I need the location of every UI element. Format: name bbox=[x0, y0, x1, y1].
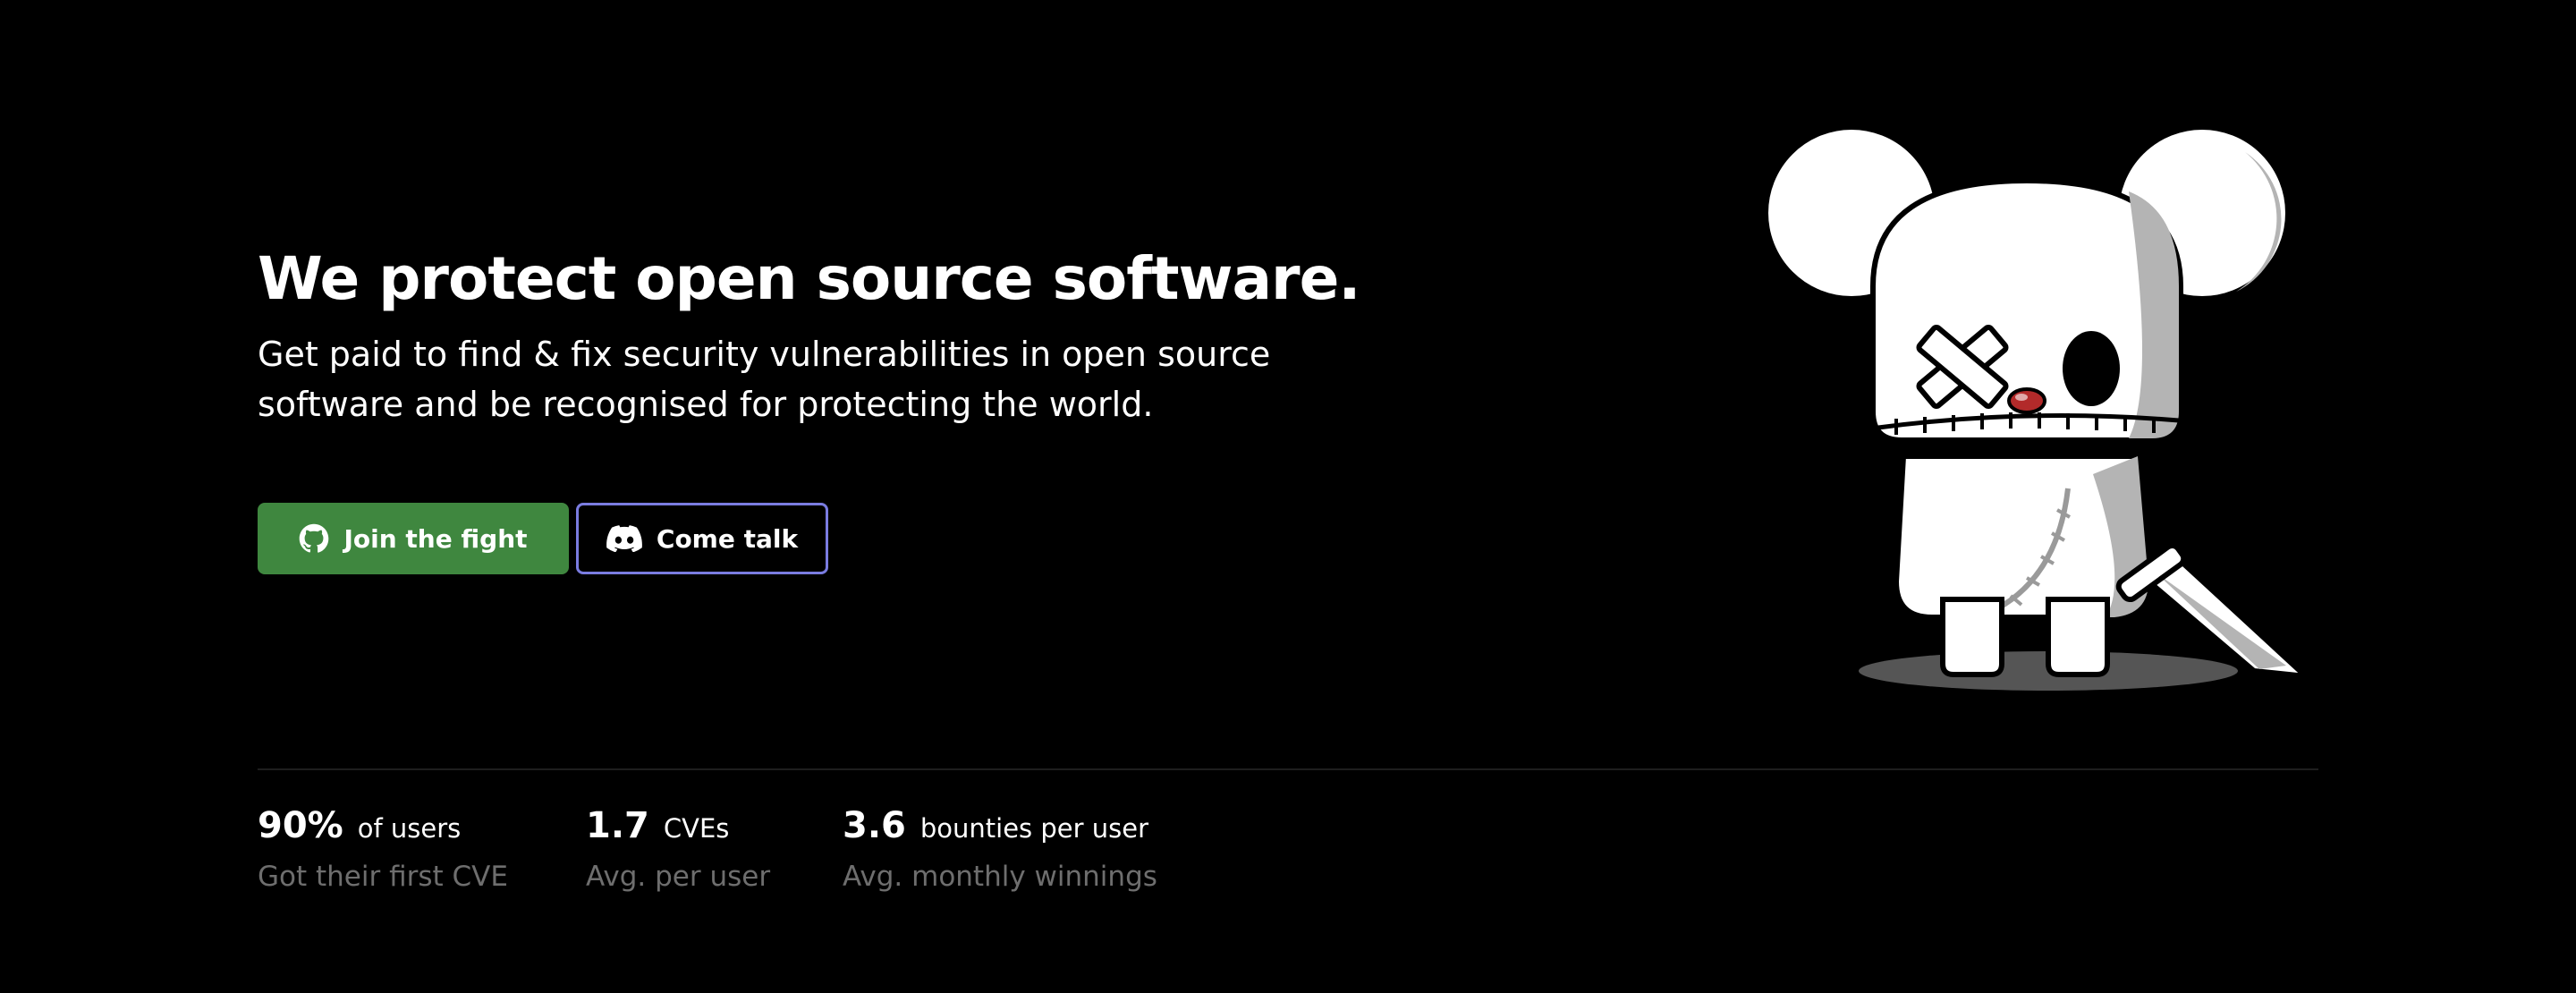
stat-cves-per-user: 1.7 CVEs Avg. per user bbox=[586, 805, 770, 893]
join-the-fight-button[interactable]: Join the fight bbox=[258, 503, 569, 574]
github-icon bbox=[299, 523, 329, 554]
stat-caption: Got their first CVE bbox=[258, 861, 508, 893]
bear-mascot-icon bbox=[1753, 116, 2326, 707]
stat-value: 1.7 bbox=[586, 805, 649, 846]
stat-unit: CVEs bbox=[663, 813, 730, 844]
stat-unit: bounties per user bbox=[919, 813, 1149, 844]
stat-bounties-per-user: 3.6 bounties per user Avg. monthly winni… bbox=[843, 805, 1157, 893]
come-talk-button[interactable]: Come talk bbox=[576, 503, 828, 574]
stat-caption: Avg. monthly winnings bbox=[843, 861, 1157, 893]
hero-title: We protect open source software. bbox=[258, 244, 1360, 313]
come-talk-label: Come talk bbox=[656, 523, 799, 554]
section-divider bbox=[258, 768, 2318, 770]
hero-subtitle: Get paid to find & fix security vulnerab… bbox=[258, 335, 1271, 424]
join-the-fight-label: Join the fight bbox=[343, 523, 528, 554]
stat-caption: Avg. per user bbox=[586, 861, 771, 893]
stat-value: 3.6 bbox=[843, 805, 906, 846]
stat-users-first-cve: 90% of users Got their first CVE bbox=[258, 805, 508, 893]
stat-value: 90% bbox=[258, 805, 343, 846]
stat-unit: of users bbox=[357, 813, 462, 844]
discord-icon bbox=[606, 525, 642, 552]
